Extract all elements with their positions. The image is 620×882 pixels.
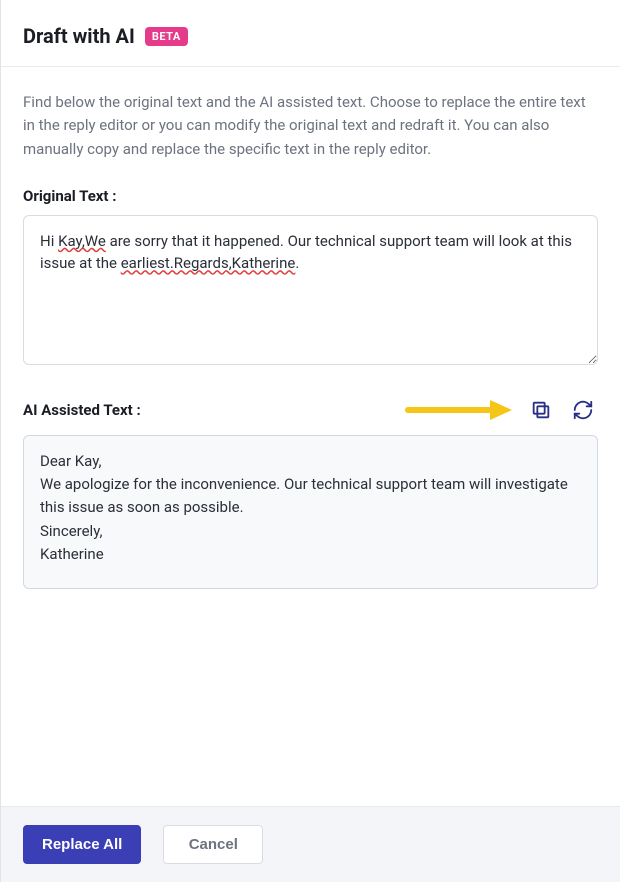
refresh-icon (572, 399, 594, 421)
original-text-label: Original Text : (23, 187, 598, 205)
ai-assisted-label: AI Assisted Text : (23, 401, 141, 419)
dialog-body: Find below the original text and the AI … (1, 67, 620, 806)
dialog-footer: Replace All Cancel (1, 806, 620, 882)
intro-text: Find below the original text and the AI … (23, 91, 598, 161)
refresh-button[interactable] (568, 395, 598, 425)
cancel-button[interactable]: Cancel (163, 825, 263, 864)
original-text-content: Hi Kay,We are sorry that it happened. Ou… (40, 232, 572, 273)
original-text-editor[interactable]: Hi Kay,We are sorry that it happened. Ou… (23, 215, 598, 365)
ai-assisted-text-box: Dear Kay, We apologize for the inconveni… (23, 435, 598, 589)
copy-icon (530, 399, 552, 421)
copy-button[interactable] (526, 395, 556, 425)
replace-all-button[interactable]: Replace All (23, 825, 141, 864)
annotation-arrow (404, 396, 514, 424)
dialog-header: Draft with AI BETA (1, 0, 620, 67)
ai-header-row: AI Assisted Text : (23, 395, 598, 425)
ai-actions (404, 395, 598, 425)
beta-badge: BETA (145, 27, 188, 46)
dialog-title: Draft with AI (23, 24, 135, 48)
draft-ai-dialog: Draft with AI BETA Find below the origin… (0, 0, 620, 882)
